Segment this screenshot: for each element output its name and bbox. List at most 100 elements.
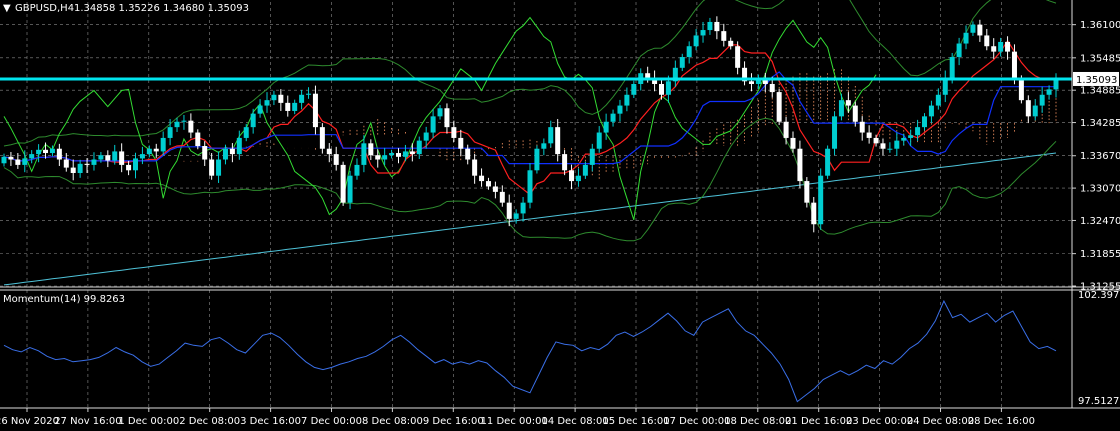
candle-body bbox=[409, 151, 415, 155]
candle-body bbox=[935, 94, 941, 106]
candle-body bbox=[465, 148, 471, 160]
candle-body bbox=[91, 159, 97, 165]
candle-body bbox=[202, 146, 208, 160]
candle-body bbox=[299, 94, 305, 103]
candle-body bbox=[43, 149, 49, 154]
candle-body bbox=[908, 135, 914, 138]
candle-body bbox=[458, 137, 464, 149]
candle-body bbox=[49, 148, 55, 154]
y-tick-label: 1.35485 bbox=[1080, 53, 1120, 64]
candle-body bbox=[209, 159, 215, 176]
y-tick-label: 1.31855 bbox=[1080, 249, 1120, 260]
candle-body bbox=[555, 127, 561, 155]
candle-body bbox=[693, 35, 699, 47]
candle-body bbox=[665, 81, 671, 95]
candle-body bbox=[382, 155, 388, 160]
candle-body bbox=[402, 151, 408, 157]
candle-body bbox=[880, 143, 886, 149]
candle-body bbox=[1025, 100, 1031, 117]
y-tick-label: 1.36100 bbox=[1080, 20, 1120, 31]
candle-body bbox=[679, 57, 685, 68]
symbol-header: GBPUSD,H4 bbox=[15, 3, 74, 14]
candle-body bbox=[333, 154, 339, 165]
x-tick-label: 24 Dec 08:00 bbox=[907, 416, 974, 427]
candle-body bbox=[707, 21, 713, 31]
chart-canvas[interactable]: 1.35093 102.397397.5127 1.36100 1.35485 1.… bbox=[0, 0, 1120, 431]
candle-body bbox=[852, 105, 858, 122]
y-tick-label: 1.34885 bbox=[1080, 86, 1120, 97]
x-tick-label: 7 Dec 00:00 bbox=[301, 416, 362, 427]
candle-body bbox=[70, 167, 76, 173]
candle-body bbox=[776, 92, 782, 122]
candle-body bbox=[659, 83, 664, 95]
candle-body bbox=[548, 127, 554, 144]
candle-body bbox=[195, 132, 201, 147]
candle-body bbox=[631, 83, 637, 95]
momentum-panel: 102.397397.5127 bbox=[3, 290, 1120, 407]
candle-body bbox=[506, 202, 512, 219]
x-tick-label: 15 Dec 16:00 bbox=[602, 416, 669, 427]
symbol-dropdown-icon[interactable]: ▼ bbox=[3, 3, 11, 14]
candle-body bbox=[368, 143, 374, 156]
candle-body bbox=[575, 175, 581, 182]
candle-body bbox=[624, 94, 630, 106]
candle-body bbox=[98, 155, 104, 160]
x-tick-label: 26 Nov 2020 bbox=[0, 416, 59, 427]
candle-body bbox=[174, 121, 180, 128]
candle-body bbox=[534, 148, 540, 171]
candle-body bbox=[686, 46, 692, 58]
candle-body bbox=[901, 137, 907, 141]
candle-body bbox=[866, 132, 872, 138]
candle-body bbox=[119, 151, 125, 165]
candle-body bbox=[347, 175, 353, 203]
x-tick-label: 1 Dec 00:00 bbox=[118, 416, 179, 427]
candle-body bbox=[8, 156, 14, 160]
candle-body bbox=[139, 154, 145, 159]
chart-window[interactable]: 1.35093 102.397397.5127 1.36100 1.35485 1.… bbox=[0, 0, 1120, 431]
y-tick-label: 1.33670 bbox=[1080, 151, 1120, 162]
candle-body bbox=[389, 153, 395, 156]
candle-body bbox=[562, 154, 568, 171]
candle-body bbox=[1046, 89, 1052, 95]
candle-body bbox=[1011, 51, 1017, 79]
candle-body bbox=[36, 149, 42, 155]
candle-body bbox=[991, 46, 997, 52]
candle-body bbox=[873, 137, 879, 144]
candle-body bbox=[977, 24, 983, 36]
candle-body bbox=[513, 213, 519, 219]
candle-body bbox=[423, 132, 429, 141]
candle-body bbox=[485, 181, 491, 187]
candle-body bbox=[928, 105, 934, 117]
last-price-label: 1.35093 bbox=[1076, 75, 1117, 86]
candle-body bbox=[811, 202, 817, 225]
y-tick-label: 1.32470 bbox=[1080, 216, 1120, 227]
candle-body bbox=[375, 155, 381, 160]
candle-body bbox=[963, 32, 969, 44]
candle-body bbox=[479, 175, 485, 182]
candle-body bbox=[520, 202, 526, 214]
candle-body bbox=[569, 170, 575, 182]
upper-band bbox=[3, 0, 1057, 147]
momentum-line bbox=[3, 299, 1057, 403]
candle-body bbox=[216, 159, 222, 176]
candle-body bbox=[285, 102, 291, 111]
candle-body bbox=[444, 108, 450, 128]
x-tick-label: 27 Nov 16:00 bbox=[54, 416, 121, 427]
candle-body bbox=[825, 148, 831, 176]
candle-body bbox=[956, 43, 962, 58]
candle-body bbox=[1005, 41, 1011, 52]
x-tick-label: 2 Dec 08:00 bbox=[179, 416, 240, 427]
candle-body bbox=[915, 127, 921, 136]
candle-body bbox=[472, 159, 478, 176]
candle-body bbox=[887, 148, 893, 150]
candle-body bbox=[133, 158, 138, 171]
candle-body bbox=[437, 108, 443, 117]
candle-body bbox=[617, 105, 623, 114]
candle-body bbox=[797, 148, 803, 182]
candle-body bbox=[603, 121, 609, 133]
candle-body bbox=[894, 140, 900, 149]
candle-body bbox=[922, 116, 927, 128]
candle-body bbox=[29, 154, 35, 159]
candle-body bbox=[818, 175, 824, 225]
candle-body bbox=[340, 164, 346, 203]
